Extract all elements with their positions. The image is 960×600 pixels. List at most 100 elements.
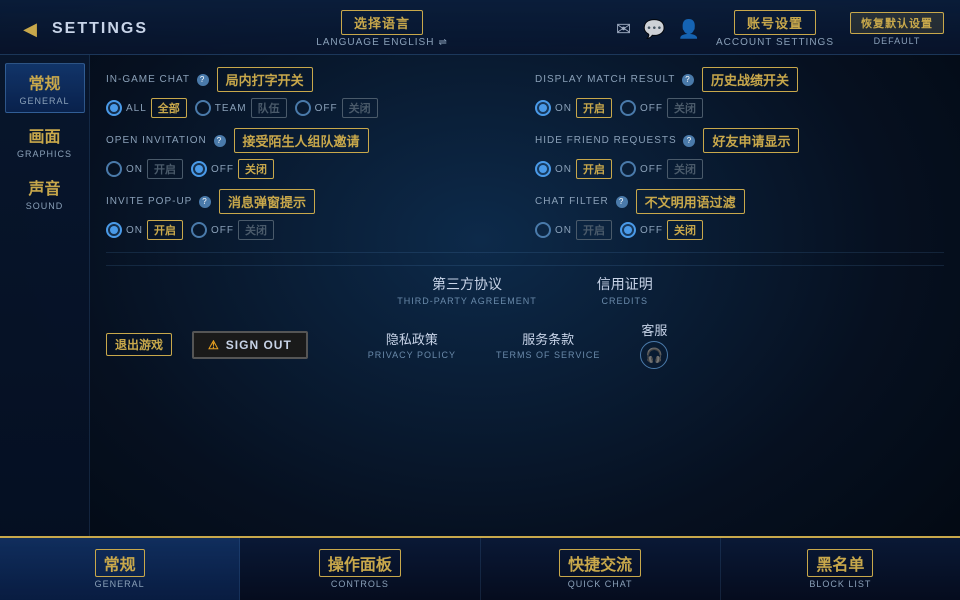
terms-en: TERMS OF SERVICE [496, 350, 600, 360]
chat-filter-header: CHAT FILTER ? 不文明用语过滤 [535, 189, 944, 214]
third-party-zh: 第三方协议 [432, 274, 502, 294]
open-invitation-label-en: OPEN INVITATION ? [106, 135, 226, 147]
bottom-tab-quickchat[interactable]: 快捷交流 QUICK CHAT [481, 538, 721, 600]
display-match-off[interactable]: OFF 关闭 [620, 98, 703, 118]
ingame-chat-team-radio[interactable] [195, 100, 211, 116]
bottom-tab-blocklist[interactable]: 黑名单 BLOCK LIST [721, 538, 960, 600]
chat-filter-on[interactable]: ON 开启 [535, 220, 612, 240]
bottom-tab-controls[interactable]: 操作面板 CONTROLS [240, 538, 480, 600]
support-icon[interactable]: 🎧 [640, 341, 668, 369]
ingame-chat-off-zh: 关闭 [342, 98, 378, 118]
display-match-info-icon[interactable]: ? [682, 74, 694, 86]
default-subtitle: DEFAULT [874, 36, 921, 46]
chat-filter-off-en: OFF [640, 225, 663, 236]
language-subtitle: LANGUAGE ENGLISH ⇌ [316, 37, 448, 48]
open-invitation-off-radio[interactable] [191, 161, 207, 177]
sidebar-item-sound[interactable]: 声音 SOUND [5, 169, 85, 217]
ingame-chat-all[interactable]: ALL 全部 [106, 98, 187, 118]
hide-friend-on[interactable]: ON 开启 [535, 159, 612, 179]
signout-button[interactable]: ⚠ SIGN OUT [192, 331, 308, 359]
ingame-chat-options: ALL 全部 TEAM 队伍 OFF 关闭 [106, 98, 515, 118]
chat-filter-off[interactable]: OFF 关闭 [620, 220, 703, 240]
ingame-chat-all-radio[interactable] [106, 100, 122, 116]
ingame-chat-off-radio[interactable] [295, 100, 311, 116]
restore-default-button[interactable]: 恢复默认设置 [850, 12, 944, 34]
bottom-tab-general-zh-box: 常规 [95, 549, 145, 577]
chat-filter-label-en: CHAT FILTER ? [535, 196, 628, 208]
invite-popup-on-zh: 开启 [147, 220, 183, 240]
links-row: 第三方协议 THIRD-PARTY AGREEMENT 信用证明 CREDITS [106, 265, 944, 306]
ingame-chat-header: IN-GAME CHAT ? 局内打字开关 [106, 67, 515, 92]
display-match-off-radio[interactable] [620, 100, 636, 116]
sidebar-item-graphics[interactable]: 画面 GRAPHICS [5, 117, 85, 165]
account-section: 账号设置 ACCOUNT SETTINGS [716, 10, 834, 48]
open-invitation-on[interactable]: ON 开启 [106, 159, 183, 179]
ingame-chat-label-zh: 局内打字开关 [217, 67, 313, 92]
back-button[interactable]: ◀ [16, 15, 44, 43]
invite-popup-off-radio[interactable] [191, 222, 207, 238]
ingame-chat-all-zh: 全部 [151, 98, 187, 118]
invite-popup-label-zh: 消息弹窗提示 [219, 189, 315, 214]
hide-friend-off-en: OFF [640, 164, 663, 175]
display-match-header: DISPLAY MATCH RESULT ? 历史战绩开关 [535, 67, 944, 92]
ingame-chat-team-zh: 队伍 [251, 98, 287, 118]
invite-popup-info-icon[interactable]: ? [199, 196, 211, 208]
ingame-chat-team[interactable]: TEAM 队伍 [195, 98, 287, 118]
hide-friend-on-radio[interactable] [535, 161, 551, 177]
hide-friend-off-radio[interactable] [620, 161, 636, 177]
bottom-tab-general[interactable]: 常规 GENERAL [0, 538, 240, 600]
invite-popup-on[interactable]: ON 开启 [106, 220, 183, 240]
invite-popup-off[interactable]: OFF 关闭 [191, 220, 274, 240]
open-invitation-info-icon[interactable]: ? [214, 135, 226, 147]
credits-en: CREDITS [602, 296, 649, 306]
language-selector[interactable]: 选择语言 [341, 10, 423, 35]
signout-zh-label[interactable]: 退出游戏 [106, 333, 172, 356]
open-invitation-on-radio[interactable] [106, 161, 122, 177]
page-title: SETTINGS [52, 20, 148, 38]
chat-filter-on-radio[interactable] [535, 222, 551, 238]
invite-popup-options: ON 开启 OFF 关闭 [106, 220, 515, 240]
settings-grid: IN-GAME CHAT ? 局内打字开关 ALL 全部 [106, 67, 944, 240]
display-match-setting: DISPLAY MATCH RESULT ? 历史战绩开关 ON 开启 [535, 67, 944, 118]
invite-popup-off-en: OFF [211, 225, 234, 236]
sidebar: 常规 GENERAL 画面 GRAPHICS 声音 SOUND [0, 55, 90, 536]
sidebar-item-sound-en: SOUND [26, 201, 64, 211]
mail-icon[interactable]: ✉ [616, 19, 631, 40]
ingame-chat-info-icon[interactable]: ? [197, 74, 209, 86]
chat-filter-off-zh: 关闭 [667, 220, 703, 240]
terms-link[interactable]: 服务条款 TERMS OF SERVICE [496, 329, 600, 360]
signout-en-label: SIGN OUT [226, 338, 292, 352]
bottom-bar: 常规 GENERAL 操作面板 CONTROLS 快捷交流 QUICK CHAT… [0, 536, 960, 600]
display-match-on-radio[interactable] [535, 100, 551, 116]
sidebar-item-general[interactable]: 常规 GENERAL [5, 63, 85, 113]
chat-filter-info-icon[interactable]: ? [616, 196, 628, 208]
credits-link[interactable]: 信用证明 CREDITS [597, 274, 653, 306]
chat-filter-on-en: ON [555, 225, 572, 236]
chat-filter-off-radio[interactable] [620, 222, 636, 238]
profile-icon[interactable]: 👤 [678, 19, 700, 40]
open-invitation-options: ON 开启 OFF 关闭 [106, 159, 515, 179]
display-match-on-zh: 开启 [576, 98, 612, 118]
open-invitation-off-zh: 关闭 [238, 159, 274, 179]
chat-filter-label-zh: 不文明用语过滤 [636, 189, 745, 214]
chat-filter-setting: CHAT FILTER ? 不文明用语过滤 ON 开启 [535, 189, 944, 240]
sidebar-item-general-zh: 常规 [28, 70, 60, 94]
chat-icon[interactable]: 💬 [643, 19, 665, 40]
invite-popup-setting: INVITE POP-UP ? 消息弹窗提示 ON 开启 [106, 189, 515, 240]
hide-friend-off[interactable]: OFF 关闭 [620, 159, 703, 179]
support-item[interactable]: 客服 🎧 [640, 320, 668, 369]
hide-friend-info-icon[interactable]: ? [683, 135, 695, 147]
sidebar-item-general-en: GENERAL [19, 96, 69, 106]
account-settings-button[interactable]: 账号设置 [734, 10, 816, 35]
privacy-policy-link[interactable]: 隐私政策 PRIVACY POLICY [368, 329, 456, 360]
bottom-tab-general-en: GENERAL [95, 579, 145, 589]
hide-friend-on-zh: 开启 [576, 159, 612, 179]
bottom-tab-blocklist-zh: 黑名单 [816, 557, 864, 574]
invite-popup-on-radio[interactable] [106, 222, 122, 238]
display-match-on[interactable]: ON 开启 [535, 98, 612, 118]
bottom-tab-quickchat-en: QUICK CHAT [568, 579, 633, 589]
third-party-link[interactable]: 第三方协议 THIRD-PARTY AGREEMENT [397, 274, 537, 306]
open-invitation-off[interactable]: OFF 关闭 [191, 159, 274, 179]
hide-friend-options: ON 开启 OFF 关闭 [535, 159, 944, 179]
ingame-chat-off[interactable]: OFF 关闭 [295, 98, 378, 118]
